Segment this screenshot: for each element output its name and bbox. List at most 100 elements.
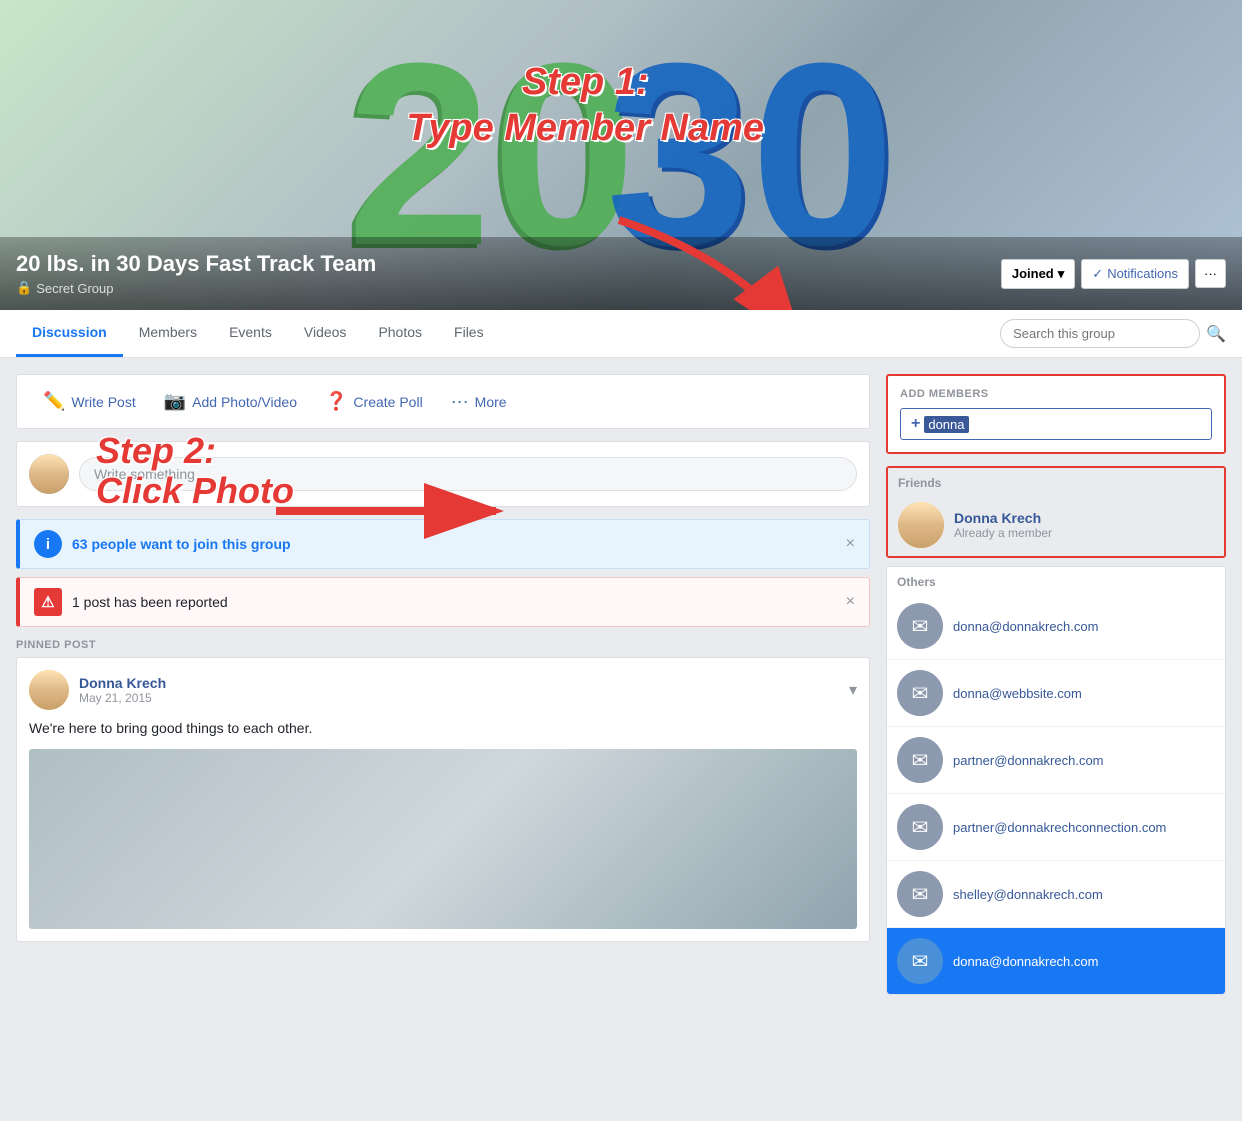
others-section: Others ✉ donna@donnakrech.com ✉ donna@we… (886, 566, 1226, 995)
write-post-label: Write Post (71, 394, 135, 410)
reported-text: 1 post has been reported (72, 594, 228, 610)
more-icon: ··· (451, 391, 469, 412)
tab-files[interactable]: Files (438, 310, 500, 357)
checkmark-icon: ✓ (1092, 266, 1103, 282)
info-icon: i (34, 530, 62, 558)
step1-arrow (559, 200, 839, 310)
member-info: Donna Krech Already a member (954, 510, 1052, 540)
tab-events[interactable]: Events (213, 310, 288, 357)
tab-photos[interactable]: Photos (362, 310, 438, 357)
others-label: Others (887, 567, 1225, 593)
joined-chevron-icon: ▾ (1058, 266, 1065, 282)
more-label: More (475, 394, 507, 410)
email-avatar-0: ✉ (897, 603, 943, 649)
step2-overlay: Step 2: Click Photo (96, 431, 294, 510)
step2-line1: Step 2: (96, 431, 294, 471)
email-text-bottom: donna@donnakrech.com (953, 954, 1098, 969)
post-author-name: Donna Krech (79, 675, 166, 691)
pinned-post-card: Donna Krech May 21, 2015 ▾ We're here to… (16, 657, 870, 942)
pinned-post-label: PINNED POST (16, 639, 870, 651)
action-bar: ✏️ Write Post 📷 Add Photo/Video ❓ Create… (16, 374, 870, 429)
notifications-button[interactable]: ✓ Notifications (1081, 259, 1189, 289)
step2-line2: Click Photo (96, 471, 294, 511)
banner-red-close-button[interactable]: × (846, 593, 855, 611)
add-members-box: ADD MEMBERS + donna (886, 374, 1226, 454)
post-author-info: Donna Krech May 21, 2015 (79, 675, 166, 705)
main-layout: ✏️ Write Post 📷 Add Photo/Video ❓ Create… (0, 358, 1242, 995)
write-post-area-wrapper: Step 2: Click Photo Write something... (16, 441, 870, 507)
group-info-text: 20 lbs. in 30 Days Fast Track Team 🔒 Sec… (16, 251, 376, 296)
dots-icon: ··· (1204, 266, 1217, 281)
nav-tabs: Discussion Members Events Videos Photos … (0, 310, 1242, 358)
input-value-tag: donna (924, 416, 968, 433)
email-avatar-1: ✉ (897, 670, 943, 716)
email-avatar-2: ✉ (897, 737, 943, 783)
reported-post-banner: ⚠ 1 post has been reported × (16, 577, 870, 627)
joined-button[interactable]: Joined ▾ (1001, 259, 1075, 289)
email-item-bottom[interactable]: ✉ donna@donnakrech.com (887, 928, 1225, 994)
email-text-3: partner@donnakrechconnection.com (953, 820, 1166, 835)
post-author-avatar[interactable] (29, 670, 69, 710)
search-icon: 🔍 (1206, 324, 1226, 344)
post-date: May 21, 2015 (79, 691, 166, 705)
lock-icon: 🔒 (16, 280, 32, 296)
nav-search-area: 🔍 (1000, 319, 1226, 348)
email-text-4: shelley@donnakrech.com (953, 887, 1103, 902)
group-secret: 🔒 Secret Group (16, 280, 376, 296)
add-members-input-field[interactable]: + donna (900, 408, 1212, 440)
write-post-button[interactable]: ✏️ Write Post (29, 383, 150, 420)
pencil-icon: ✏️ (43, 391, 65, 412)
add-photo-label: Add Photo/Video (192, 394, 297, 410)
email-item-3[interactable]: ✉ partner@donnakrechconnection.com (887, 794, 1225, 861)
post-image (29, 749, 857, 929)
tab-members[interactable]: Members (123, 310, 213, 357)
email-text-0: donna@donnakrech.com (953, 619, 1098, 634)
post-options-chevron[interactable]: ▾ (849, 680, 857, 700)
tab-discussion[interactable]: Discussion (16, 310, 123, 357)
group-actions: Joined ▾ ✓ Notifications ··· (1001, 259, 1226, 289)
email-avatar-bottom: ✉ (897, 938, 943, 984)
friends-label: Friends (888, 468, 1224, 494)
group-title: 20 lbs. in 30 Days Fast Track Team (16, 251, 376, 277)
email-text-2: partner@donnakrech.com (953, 753, 1104, 768)
email-item-4[interactable]: ✉ shelley@donnakrech.com (887, 861, 1225, 928)
join-request-text: 63 people want to join this group (72, 536, 291, 552)
create-poll-button[interactable]: ❓ Create Poll (311, 383, 437, 420)
cover-photo: 20 30 Step 1: Type Member Name 20 lbs. i… (0, 0, 1242, 310)
add-members-title: ADD MEMBERS (900, 388, 1212, 400)
post-content: We're here to bring good things to each … (29, 718, 857, 739)
user-avatar (29, 454, 69, 494)
create-poll-label: Create Poll (353, 394, 422, 410)
email-avatar-3: ✉ (897, 804, 943, 850)
tab-videos[interactable]: Videos (288, 310, 363, 357)
email-avatar-4: ✉ (897, 871, 943, 917)
right-column: ADD MEMBERS + donna Friends Donna Krech … (886, 374, 1226, 995)
more-options-button[interactable]: ··· (1195, 259, 1226, 288)
poll-icon: ❓ (325, 391, 347, 412)
plus-icon: + (911, 415, 920, 433)
camera-icon: 📷 (164, 391, 186, 412)
email-text-1: donna@webbsite.com (953, 686, 1082, 701)
donna-avatar (898, 502, 944, 548)
warning-icon: ⚠ (34, 588, 62, 616)
email-item-1[interactable]: ✉ donna@webbsite.com (887, 660, 1225, 727)
more-button[interactable]: ··· More (437, 383, 521, 420)
joined-label: Joined (1012, 266, 1054, 281)
member-sub-text: Already a member (954, 526, 1052, 540)
member-item-donna[interactable]: Donna Krech Already a member (888, 494, 1224, 556)
add-photo-button[interactable]: 📷 Add Photo/Video (150, 383, 311, 420)
step2-arrow (266, 481, 526, 541)
email-item-0[interactable]: ✉ donna@donnakrech.com (887, 593, 1225, 660)
notifications-label: Notifications (1107, 266, 1178, 281)
post-header: Donna Krech May 21, 2015 ▾ (29, 670, 857, 710)
email-item-2[interactable]: ✉ partner@donnakrech.com (887, 727, 1225, 794)
member-name: Donna Krech (954, 510, 1052, 526)
step1-overlay: Step 1: Type Member Name (406, 60, 764, 151)
group-type-label: Secret Group (36, 281, 113, 296)
left-column: ✏️ Write Post 📷 Add Photo/Video ❓ Create… (16, 374, 870, 995)
group-search-input[interactable] (1000, 319, 1200, 348)
friends-section: Friends Donna Krech Already a member (886, 466, 1226, 558)
step1-line1: Step 1: (406, 60, 764, 106)
banner-close-button[interactable]: × (846, 535, 855, 553)
step1-line2: Type Member Name (406, 106, 764, 152)
